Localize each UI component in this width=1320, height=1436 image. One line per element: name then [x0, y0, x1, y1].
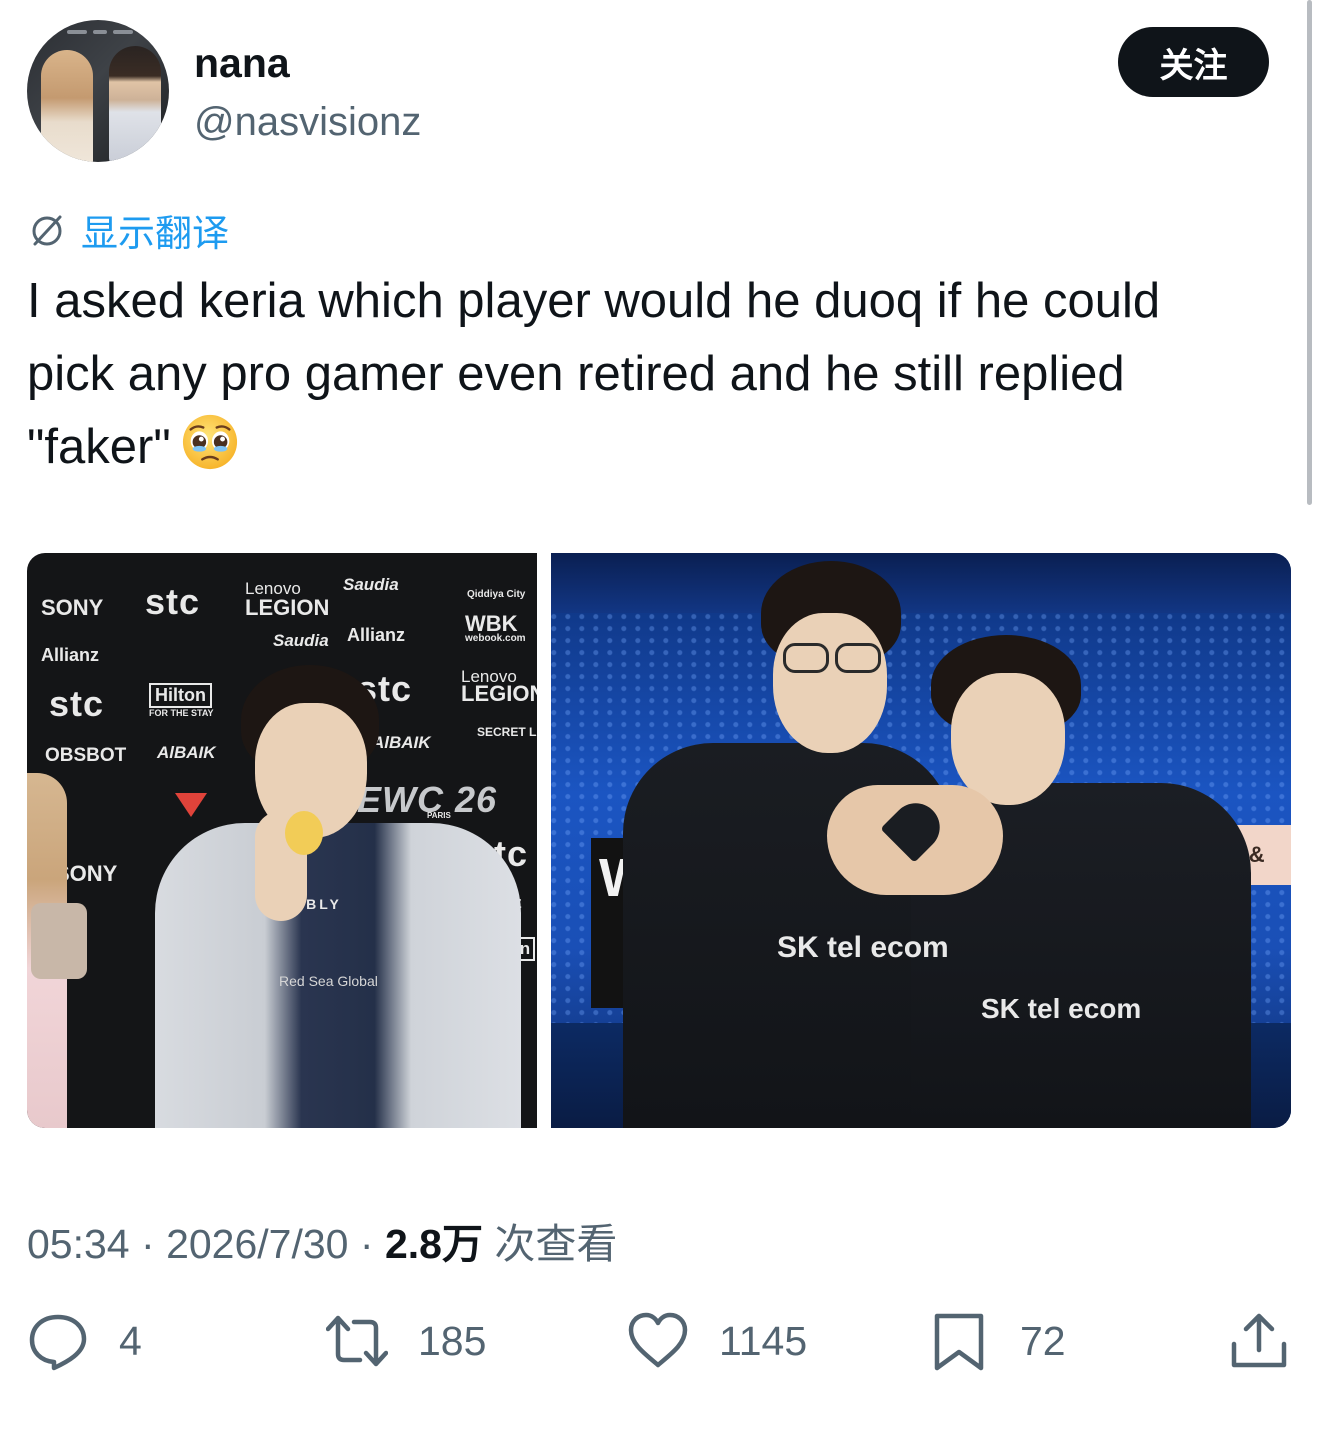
tweet-line: pick any pro gamer even retired and he s… — [27, 347, 1125, 401]
bookmark-button[interactable]: 72 — [928, 1310, 1066, 1372]
scrollbar-thumb[interactable] — [1307, 0, 1312, 505]
tweet-meta: 05:34 · 2026/7/30 · 2.8万 次查看 — [27, 1210, 617, 1270]
display-name[interactable]: nana — [194, 40, 290, 87]
backdrop-logo: LEGION — [245, 595, 330, 620]
reply-button[interactable]: 4 — [27, 1310, 142, 1372]
tweet-line: "faker" — [27, 420, 171, 474]
player-face — [773, 613, 887, 753]
media-photo-2[interactable]: WO ONE & SK tel ecom SK tel ecom — [551, 553, 1291, 1128]
action-bar: 4 185 1145 72 — [0, 1310, 1320, 1390]
backdrop-logo: FOR THE STAY — [149, 708, 214, 718]
backdrop-logo: stc — [49, 683, 105, 724]
phone-in-hand — [31, 903, 87, 979]
tweet-time[interactable]: 05:34 — [27, 1221, 130, 1267]
meta-separator: · — [141, 1221, 155, 1267]
backdrop-logo: AlBAIK — [372, 733, 431, 752]
tweet-line: I asked keria which player would he duoq… — [27, 274, 1161, 328]
backdrop-logo: Saudia — [343, 575, 399, 594]
tweet-detail-page: nana @nasvisionz 关注 显示翻译 I asked keria w… — [0, 0, 1320, 1436]
like-button[interactable]: 1145 — [627, 1310, 807, 1372]
backdrop-logo: AlBAIK — [157, 743, 216, 762]
scrollbar[interactable] — [1302, 0, 1320, 1436]
media-photo-1[interactable]: SONY stc Lenovo LEGION Saudia Qiddiya Ci… — [27, 553, 537, 1128]
views-count[interactable]: 2.8万 — [385, 1221, 483, 1267]
player-face — [951, 673, 1065, 805]
tweet-text: I asked keria which player would he duoq… — [27, 265, 1287, 484]
translate-label: 显示翻译 — [81, 213, 229, 254]
duck-plush — [285, 811, 323, 855]
reply-count: 4 — [119, 1317, 142, 1364]
repost-icon — [326, 1315, 388, 1367]
sponsor-text: SK tel ecom — [777, 931, 949, 964]
like-count: 1145 — [719, 1317, 808, 1364]
share-icon — [1231, 1313, 1287, 1368]
heart-icon — [628, 1312, 688, 1368]
backdrop-logo: stc — [145, 581, 201, 622]
repost-button[interactable]: 185 — [326, 1310, 486, 1372]
share-button[interactable] — [1228, 1310, 1290, 1372]
follow-button[interactable]: 关注 — [1118, 27, 1269, 97]
backdrop-logo: PARIS — [427, 811, 451, 820]
backdrop-logo: SECRET LAB — [477, 725, 537, 739]
avatar[interactable] — [27, 20, 169, 162]
reply-icon — [29, 1314, 87, 1371]
logo-mark — [175, 793, 207, 817]
pleading-face-emoji-icon — [182, 414, 237, 470]
repost-count: 185 — [418, 1317, 487, 1364]
globe-icon — [32, 215, 62, 246]
backdrop-logo: Allianz — [41, 645, 100, 665]
show-translation-link[interactable]: 显示翻译 — [27, 203, 229, 257]
backdrop-logo: webook.com — [465, 633, 526, 644]
jersey-text: Red Sea Global — [279, 973, 378, 989]
views-label: 次查看 — [494, 1221, 618, 1267]
glasses — [783, 643, 829, 673]
backdrop-logo: SONY — [41, 595, 104, 620]
backdrop-logo: Hilton — [149, 683, 212, 708]
tweet-date[interactable]: 2026/7/30 — [166, 1221, 348, 1267]
backdrop-logo: Allianz — [347, 625, 406, 645]
sponsor-text: SK tel ecom — [981, 993, 1142, 1024]
backdrop-logo: Qiddiya City — [467, 589, 526, 600]
user-handle[interactable]: @nasvisionz — [194, 100, 421, 145]
backdrop-logo: OBSBOT — [45, 745, 127, 766]
backdrop-logo: LEGION — [461, 681, 537, 706]
bookmark-count: 72 — [1020, 1317, 1066, 1364]
bookmark-icon — [934, 1313, 984, 1371]
backdrop-logo: Saudia — [273, 631, 329, 650]
glasses — [835, 643, 881, 673]
tweet-line-last: "faker" — [27, 411, 1287, 484]
meta-separator: · — [359, 1221, 374, 1267]
